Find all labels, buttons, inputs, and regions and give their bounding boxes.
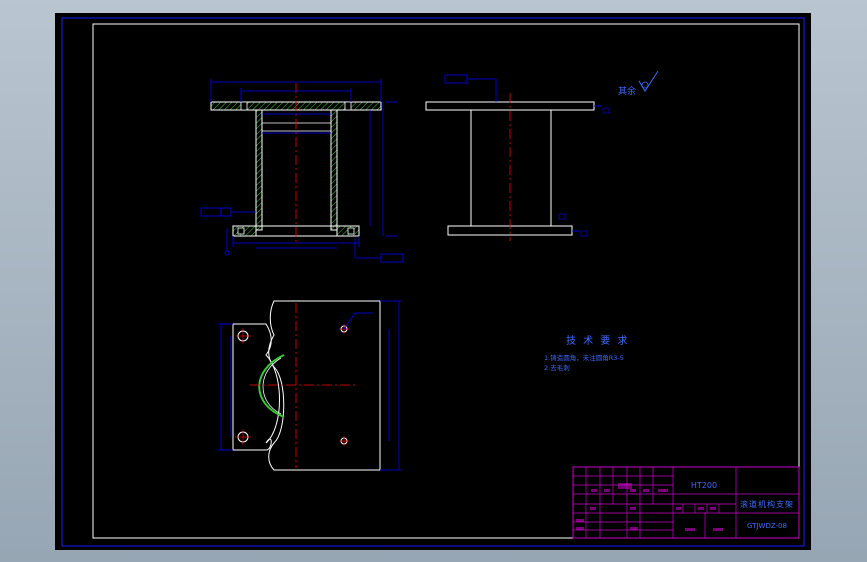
part-name-label: 滚道机构支架: [740, 499, 794, 509]
roughness-note: 其余: [618, 70, 659, 97]
title-block: HT200 滚道机构支架 GTJWDZ-08: [572, 466, 800, 539]
front-section-view: [200, 79, 404, 263]
roughness-note-text: 其余: [618, 85, 636, 97]
cad-drawing: 其余 技 术 要 求 1.铸造圆角，未注圆角R3-5 2.去毛刺 HT200 滚…: [61, 17, 805, 547]
roughness-symbol-icon: [638, 70, 659, 92]
material-label: HT200: [691, 481, 717, 490]
cad-viewport[interactable]: 其余 技 术 要 求 1.铸造圆角，未注圆角R3-5 2.去毛刺 HT200 滚…: [55, 13, 811, 550]
drawing-number-label: GTJWDZ-08: [747, 522, 787, 530]
tech-requirements: 技 术 要 求 1.铸造圆角，未注圆角R3-5 2.去毛刺: [544, 334, 630, 372]
tech-requirement-item-2: 2.去毛刺: [544, 363, 570, 372]
top-view: [218, 300, 402, 471]
inner-frame: [92, 23, 800, 539]
side-view: [425, 74, 610, 241]
tech-requirements-heading: 技 术 要 求: [566, 334, 630, 347]
tech-requirement-item-1: 1.铸造圆角，未注圆角R3-5: [544, 353, 624, 362]
